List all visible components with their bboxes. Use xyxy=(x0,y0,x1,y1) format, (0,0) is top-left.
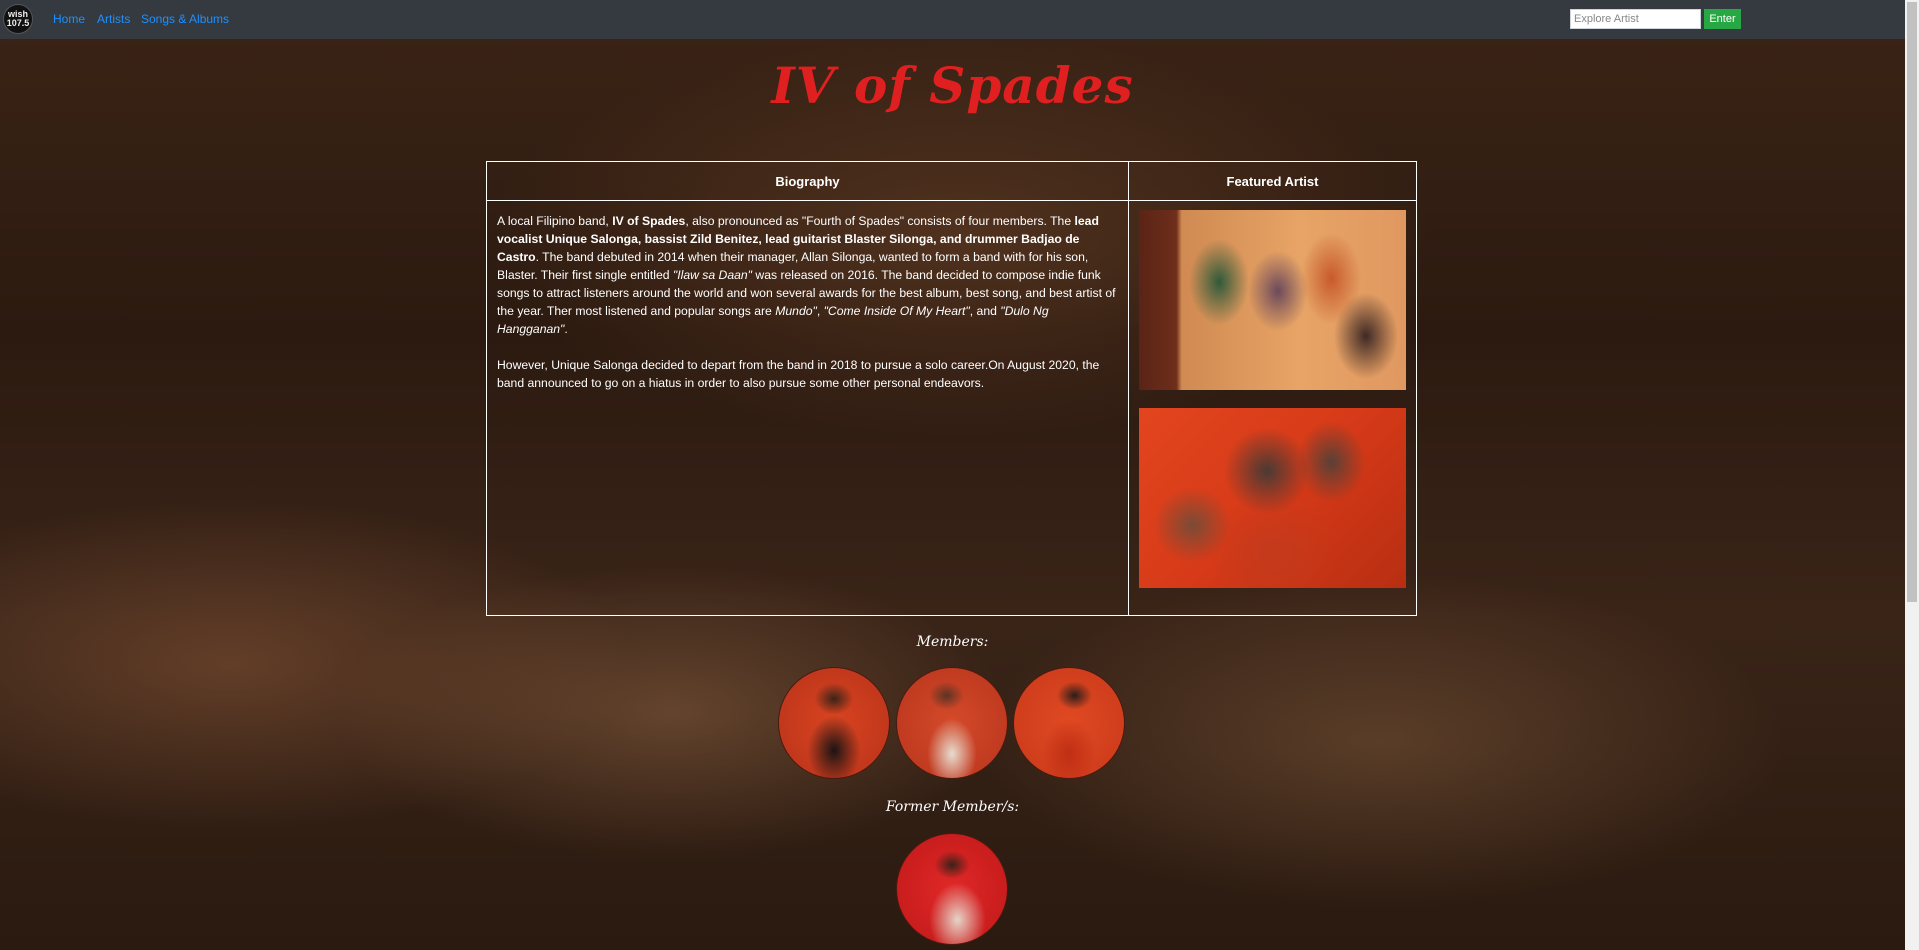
featured-band-photo-2 xyxy=(1139,408,1406,588)
search-input[interactable] xyxy=(1570,9,1701,29)
scrollbar[interactable] xyxy=(1905,0,1919,950)
enter-button[interactable]: Enter xyxy=(1704,9,1741,29)
nav-link-artists[interactable]: Artists xyxy=(97,12,130,26)
biography-header: Biography xyxy=(486,161,1129,201)
member-avatar-3[interactable] xyxy=(1013,667,1125,779)
featured-band-photo-1 xyxy=(1139,210,1406,390)
featured-artist-header: Featured Artist xyxy=(1128,161,1417,201)
member-avatar-2[interactable] xyxy=(896,667,1008,779)
nav-link-home[interactable]: Home xyxy=(53,12,85,26)
former-members-label: Former Member/s: xyxy=(885,799,1020,815)
page-title: IV of Spades xyxy=(771,56,1134,115)
biography-text: A local Filipino band, IV of Spades, als… xyxy=(486,200,1129,616)
member-avatar-1[interactable] xyxy=(778,667,890,779)
bio-paragraph-2: However, Unique Salonga decided to depar… xyxy=(497,358,1100,390)
bio-paragraph-1: A local Filipino band, IV of Spades, als… xyxy=(497,214,1116,336)
navbar: wish 107.5 Home Artists Songs & Albums E… xyxy=(0,0,1905,39)
logo[interactable]: wish 107.5 xyxy=(3,4,33,34)
former-member-avatar[interactable] xyxy=(896,833,1008,945)
biography-table: Biography Featured Artist A local Filipi… xyxy=(486,161,1417,616)
nav-link-songs-albums[interactable]: Songs & Albums xyxy=(141,12,229,26)
members-label: Members: xyxy=(916,634,989,650)
scrollbar-thumb[interactable] xyxy=(1907,2,1917,602)
featured-artist-images xyxy=(1128,200,1417,616)
